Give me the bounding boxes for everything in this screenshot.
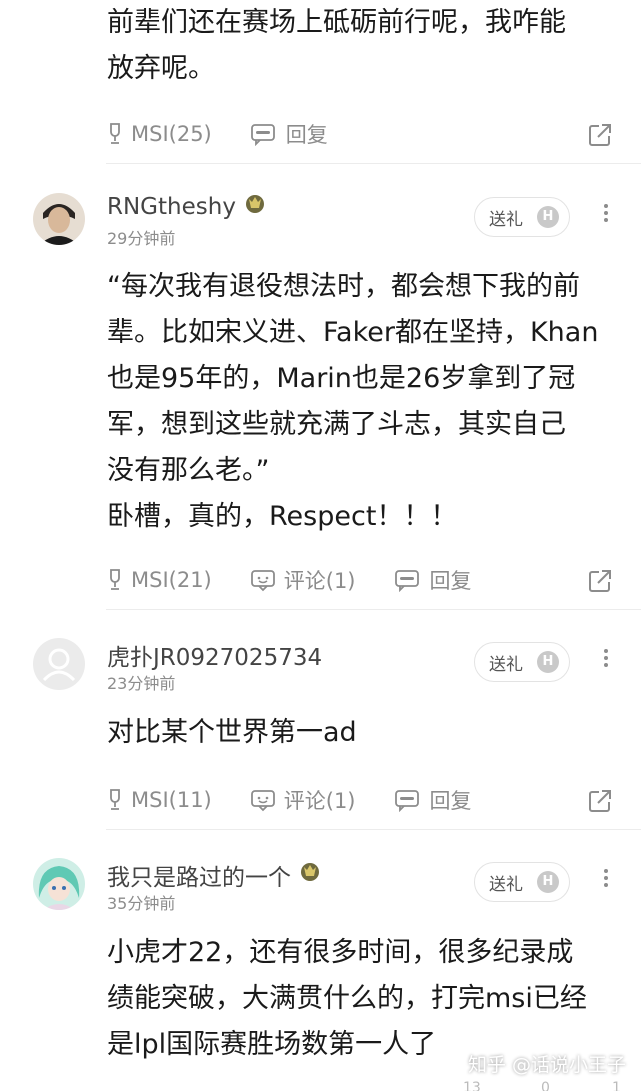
comment-header: 虎扑JR0927025734 23分钟前 送礼 H <box>0 638 641 698</box>
reply-button[interactable]: 回复 <box>394 785 472 815</box>
zhihu-watermark: 知乎 @话说小王子 <box>468 1054 627 1076</box>
more-options-icon[interactable] <box>596 646 616 676</box>
comment-button[interactable]: 评论(1) <box>250 785 356 815</box>
share-button[interactable] <box>587 568 613 598</box>
comment-header: 我只是路过的一个 35分钟前 送礼 H <box>0 858 641 918</box>
comment-icon <box>250 790 275 812</box>
reply-label: 回复 <box>285 123 328 147</box>
comment-button[interactable]: 评论(1) <box>250 565 356 595</box>
share-icon <box>589 790 611 812</box>
gift-h-icon: H <box>537 651 559 673</box>
comment-line: 没有那么老。” <box>107 455 270 486</box>
gift-label: 送礼 <box>489 874 523 895</box>
gift-button[interactable]: 送礼 H <box>474 642 570 682</box>
gift-h-icon: H <box>537 206 559 228</box>
gift-button[interactable]: 送礼 H <box>474 197 570 237</box>
peek-count: 13 <box>463 1080 481 1091</box>
more-options-icon[interactable] <box>596 866 616 896</box>
divider <box>106 829 641 830</box>
comment-line: 卧槽，真的，Respect！！！ <box>107 501 458 532</box>
username-text: 虎扑JR0927025734 <box>107 645 323 671</box>
comment-line: 辈。比如宋义进、Faker都在坚持，Khan <box>107 317 599 348</box>
avatar[interactable] <box>33 858 85 910</box>
comment-line: 放弃呢。 <box>107 53 215 84</box>
gift-button[interactable]: 送礼 H <box>474 862 570 902</box>
msi-count: MSI(21) <box>131 568 212 592</box>
msi-count: MSI(11) <box>131 788 212 812</box>
comment-time: 23分钟前 <box>107 674 176 693</box>
trophy-icon <box>110 123 120 144</box>
reply-button[interactable]: 回复 <box>250 119 328 149</box>
trophy-icon <box>110 789 120 810</box>
share-button[interactable] <box>587 122 613 152</box>
peek-count: 1 <box>612 1080 621 1091</box>
username-text: 我只是路过的一个 <box>107 865 291 891</box>
more-options-icon[interactable] <box>596 201 616 231</box>
comment-body: 对比某个世界第一ad <box>107 710 617 756</box>
username-text: RNGtheshy <box>107 194 236 220</box>
divider <box>106 163 641 164</box>
share-icon <box>589 570 611 592</box>
gift-h-icon: H <box>537 871 559 893</box>
msi-count: MSI(25) <box>131 122 212 146</box>
comment-time: 29分钟前 <box>107 229 176 248</box>
trophy-icon <box>110 569 120 590</box>
comment-line: 小虎才22，还有很多时间，很多纪录成 <box>107 937 574 968</box>
comment-line: 也是95年的，Marin也是26岁拿到了冠 <box>107 363 576 394</box>
comment-line: 前辈们还在赛场上砥砺前行呢，我咋能 <box>107 7 566 38</box>
divider <box>106 609 641 610</box>
comment-body: 小虎才22，还有很多时间，很多纪录成 绩能突破，大满贯什么的，打完msi已经 是… <box>107 930 617 1068</box>
comment-line: 绩能突破，大满贯什么的，打完msi已经 <box>107 983 587 1014</box>
comment-count: 评论(1) <box>283 789 356 813</box>
username[interactable]: RNGtheshy <box>107 193 266 221</box>
msi-like-button[interactable]: MSI(21) <box>107 568 212 592</box>
comment-line: 军，想到这些就充满了斗志，其实自己 <box>107 409 566 440</box>
reply-icon <box>394 570 419 592</box>
reply-icon <box>394 790 419 812</box>
comment-actions: MSI(21) 评论(1) 回复 <box>107 560 641 600</box>
comment-line: “每次我有退役想法时，都会想下我的前 <box>107 271 580 302</box>
share-icon <box>589 124 611 146</box>
avatar[interactable] <box>33 638 85 690</box>
msi-like-button[interactable]: MSI(11) <box>107 788 212 812</box>
comment-header: RNGtheshy 29分钟前 送礼 H <box>0 193 641 253</box>
comment-actions: MSI(11) 评论(1) 回复 <box>107 780 641 820</box>
comment-icon <box>250 570 275 592</box>
comment-body: 前辈们还在赛场上砥砺前行呢，我咋能 放弃呢。 <box>107 0 617 92</box>
gift-label: 送礼 <box>489 209 523 230</box>
reply-label: 回复 <box>429 569 472 593</box>
gift-label: 送礼 <box>489 654 523 675</box>
msi-badge-icon <box>244 193 266 221</box>
avatar[interactable] <box>33 193 85 245</box>
peek-count: 0 <box>541 1080 550 1091</box>
share-button[interactable] <box>587 788 613 818</box>
msi-like-button[interactable]: MSI(25) <box>107 122 212 146</box>
reply-icon <box>250 124 275 146</box>
username[interactable]: 我只是路过的一个 <box>107 858 321 892</box>
msi-badge-icon <box>299 861 321 889</box>
reply-button[interactable]: 回复 <box>394 565 472 595</box>
comment-count: 评论(1) <box>283 569 356 593</box>
username[interactable]: 虎扑JR0927025734 <box>107 638 322 672</box>
reply-label: 回复 <box>429 789 472 813</box>
comment-body: “每次我有退役想法时，都会想下我的前 辈。比如宋义进、Faker都在坚持，Kha… <box>107 264 617 540</box>
comment-actions: MSI(25) 回复 <box>107 114 641 154</box>
comment-line: 对比某个世界第一ad <box>107 717 357 748</box>
comment-time: 35分钟前 <box>107 894 176 913</box>
